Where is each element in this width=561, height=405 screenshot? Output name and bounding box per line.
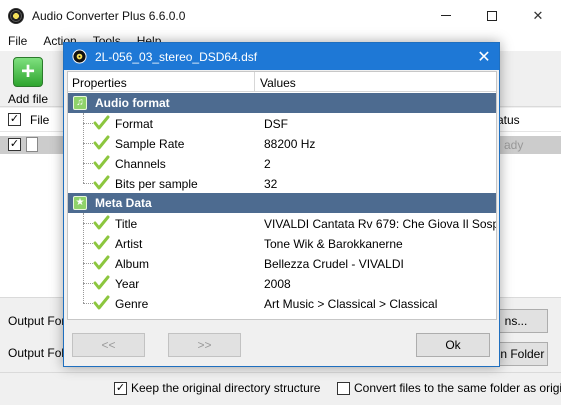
property-row[interactable]: Album Bellezza Crudel - VIVALDI xyxy=(68,253,496,273)
close-icon: ✕ xyxy=(477,48,491,66)
property-row[interactable]: Artist Tone Wik & Barokkanerne xyxy=(68,233,496,253)
row-status: ady xyxy=(504,138,524,152)
plus-icon: + xyxy=(13,57,43,87)
footer-divider xyxy=(0,372,561,373)
column-properties: Properties xyxy=(72,76,127,90)
property-value: 88200 Hz xyxy=(264,137,316,151)
app-icon xyxy=(72,49,87,64)
checkmark-icon xyxy=(93,255,110,270)
column-status[interactable]: atus xyxy=(497,113,520,127)
main-titlebar: Audio Converter Plus 6.6.0.0 ✕ xyxy=(0,0,561,31)
property-name: Title xyxy=(115,217,138,231)
file-icon xyxy=(26,137,38,152)
dialog-title: 2L-056_03_stereo_DSD64.dsf xyxy=(95,49,258,64)
property-value: 2008 xyxy=(264,277,291,291)
checkmark-icon xyxy=(93,275,110,290)
close-button[interactable]: ✕ xyxy=(515,0,561,31)
property-row[interactable]: Format DSF xyxy=(68,113,496,133)
property-row[interactable]: Sample Rate 88200 Hz xyxy=(68,133,496,153)
minimize-button[interactable] xyxy=(423,0,469,31)
ok-button-label: Ok xyxy=(445,338,461,352)
property-name: Genre xyxy=(115,297,149,311)
convert-same-option[interactable]: Convert files to the same folder as orig… xyxy=(337,381,561,395)
keep-dir-option[interactable]: ✓ Keep the original directory structure xyxy=(114,381,320,395)
checkmark-icon xyxy=(93,175,110,190)
keep-dir-label: Keep the original directory structure xyxy=(131,381,321,395)
previous-button-label: << xyxy=(101,338,116,352)
property-name: Album xyxy=(115,257,150,271)
checkmark-icon xyxy=(93,155,110,170)
property-grid-header: Properties Values xyxy=(68,72,496,92)
property-row[interactable]: Year 2008 xyxy=(68,273,496,293)
app-icon xyxy=(8,7,24,24)
add-file-button[interactable]: + Add file xyxy=(6,57,50,106)
window-controls: ✕ xyxy=(423,0,561,31)
column-values: Values xyxy=(260,76,296,90)
convert-same-checkbox[interactable] xyxy=(337,381,350,395)
output-folder-label: Output Fold xyxy=(8,346,71,360)
select-all-checkbox[interactable]: ✓ xyxy=(8,113,21,126)
property-value: 32 xyxy=(264,177,278,191)
maximize-button[interactable] xyxy=(469,0,515,31)
row-checkbox[interactable]: ✓ xyxy=(8,138,21,151)
keep-dir-checkbox[interactable]: ✓ xyxy=(114,381,127,395)
star-icon: ★ xyxy=(73,196,87,210)
property-value: Tone Wik & Barokkanerne xyxy=(264,237,403,251)
property-name: Artist xyxy=(115,237,143,251)
checkmark-icon xyxy=(93,215,110,230)
previous-button[interactable]: << xyxy=(72,333,145,357)
checkmark-icon xyxy=(93,115,110,130)
dialog-close-button[interactable]: ✕ xyxy=(469,43,499,70)
property-value: VIVALDI Cantata Rv 679: Che Giova Il Sos… xyxy=(264,217,496,231)
convert-same-label: Convert files to the same folder as orig… xyxy=(354,381,561,395)
category-label: Audio format xyxy=(95,96,170,110)
property-value: 2 xyxy=(264,157,271,171)
property-value: DSF xyxy=(264,117,288,131)
category-audio-format[interactable]: ♫ Audio format xyxy=(68,93,496,113)
property-name: Sample Rate xyxy=(115,137,185,151)
property-name: Bits per sample xyxy=(115,177,198,191)
property-value: Art Music > Classical > Classical xyxy=(264,297,438,311)
menu-file[interactable]: File xyxy=(0,34,35,48)
file-properties-dialog: 2L-056_03_stereo_DSD64.dsf ✕ Properties … xyxy=(63,42,500,367)
ok-button[interactable]: Ok xyxy=(416,333,490,357)
property-row[interactable]: Title VIVALDI Cantata Rv 679: Che Giova … xyxy=(68,213,496,233)
next-button[interactable]: >> xyxy=(168,333,241,357)
checkmark-icon xyxy=(93,135,110,150)
next-button-label: >> xyxy=(197,338,212,352)
property-row[interactable]: Genre Art Music > Classical > Classical xyxy=(68,293,496,313)
property-grid[interactable]: Properties Values ♫ Audio format Format … xyxy=(67,71,497,320)
property-name: Format xyxy=(115,117,154,131)
close-icon: ✕ xyxy=(532,7,544,23)
checkmark-icon xyxy=(93,295,110,310)
minimize-icon xyxy=(441,15,451,16)
category-label: Meta Data xyxy=(95,196,152,210)
column-divider[interactable] xyxy=(254,72,255,91)
property-row[interactable]: Bits per sample 32 xyxy=(68,173,496,193)
add-file-label: Add file xyxy=(7,92,49,106)
checkmark-icon xyxy=(93,235,110,250)
output-format-label: Output For xyxy=(8,314,66,328)
property-row[interactable]: Channels 2 xyxy=(68,153,496,173)
property-value: Bellezza Crudel - VIVALDI xyxy=(264,257,404,271)
property-name: Channels xyxy=(115,157,166,171)
property-name: Year xyxy=(115,277,140,291)
dialog-titlebar: 2L-056_03_stereo_DSD64.dsf ✕ xyxy=(64,43,499,70)
maximize-icon xyxy=(487,10,497,21)
window-title: Audio Converter Plus 6.6.0.0 xyxy=(32,8,186,23)
music-note-icon: ♫ xyxy=(73,96,87,110)
category-meta-data[interactable]: ★ Meta Data xyxy=(68,193,496,213)
column-file[interactable]: File xyxy=(30,113,49,127)
